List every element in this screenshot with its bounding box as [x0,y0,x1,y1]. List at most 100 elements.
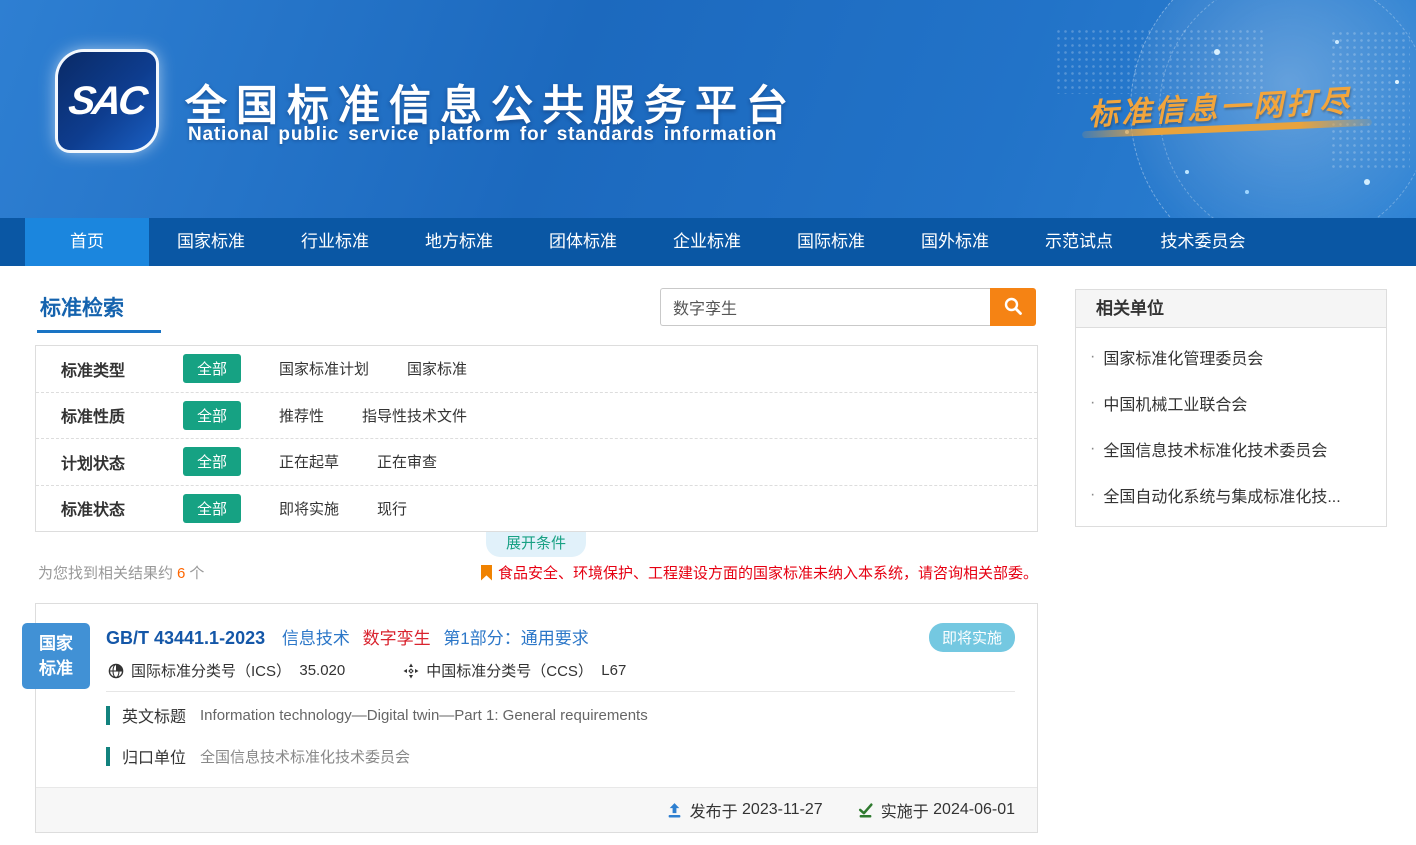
sac-logo-text: SAC [66,79,148,124]
nav-tab-local-standards[interactable]: 地方标准 [397,218,521,266]
ics-group: 国际标准分类号（ICS） 35.020 [108,660,345,681]
implemented-date-group: 实施于 2024-06-01 [857,798,1015,822]
implemented-date: 2024-06-01 [933,801,1015,819]
publish-icon [666,802,683,819]
field-label: 归口单位 [122,744,186,768]
related-unit-label: 全国自动化系统与集成标准化技... [1103,483,1340,507]
filter-all-button[interactable]: 全部 [183,354,241,383]
filter-row-standard-nature: 标准性质 全部 推荐性 指导性技术文件 [36,393,1037,440]
ccs-label: 中国标准分类号（CCS） [426,660,593,681]
filter-row-plan-status: 计划状态 全部 正在起草 正在审查 [36,439,1037,486]
site-banner: SAC 全国标准信息公共服务平台 National public service… [0,0,1416,218]
field-accent-bar [106,706,110,725]
search-icon [1003,296,1023,319]
related-unit-label: 国家标准化管理委员会 [1103,345,1263,369]
ics-value: 35.020 [299,662,345,679]
nav-tab-home[interactable]: 首页 [25,218,149,266]
filter-row-standard-type: 标准类型 全部 国家标准计划 国家标准 [36,346,1037,393]
field-value: 全国信息技术标准化技术委员会 [200,746,410,767]
banner-sparkles [1185,170,1189,174]
nav-tab-international-standards[interactable]: 国际标准 [769,218,893,266]
filter-label: 计划状态 [61,450,161,474]
field-label: 英文标题 [122,703,186,727]
expand-conditions-button[interactable]: 展开条件 [486,532,586,557]
implement-check-icon [857,802,874,819]
filter-option[interactable]: 国家标准 [407,358,467,379]
implemented-label: 实施于 [881,798,929,822]
nav-tab-group-standards[interactable]: 团体标准 [521,218,645,266]
globe-icon [108,663,124,679]
card-divider [106,691,1015,692]
title-part: 第1部分：通用要求 [443,629,588,648]
committee-row: 归口单位 全国信息技术标准化技术委员会 [106,744,410,768]
filter-label: 标准状态 [61,496,161,520]
result-card: 国家 标准 GB/T 43441.1-2023 信息技术 数字孪生 第1部分：通… [35,603,1038,833]
compass-icon [403,663,419,679]
published-label: 发布于 [690,798,738,822]
filter-option[interactable]: 指导性技术文件 [362,405,467,426]
filter-all-button[interactable]: 全部 [183,447,241,476]
filter-option[interactable]: 正在审查 [377,451,437,472]
nav-tab-technical-committee[interactable]: 技术委员会 [1141,218,1265,266]
section-title-standard-search: 标准检索 [40,292,124,322]
related-units-panel: 相关单位 · 国家标准化管理委员会 · 中国机械工业联合会 · 全国信息技术标准化技术… [1075,289,1387,527]
related-unit-link[interactable]: · 国家标准化管理委员会 [1076,334,1386,380]
badge-line2: 标准 [39,656,73,681]
related-units-list: · 国家标准化管理委员会 · 中国机械工业联合会 · 全国信息技术标准化技术委员会 ·… [1076,328,1386,526]
main-nav: 首页 国家标准 行业标准 地方标准 团体标准 企业标准 国际标准 国外标准 示范… [0,218,1416,266]
filter-option[interactable]: 现行 [377,498,407,519]
card-footer: 发布于 2023-11-27 实施于 2024-06-01 [36,787,1037,832]
filter-panel: 标准类型 全部 国家标准计划 国家标准 标准性质 全部 推荐性 指导性技术文件 … [35,345,1038,532]
site-subtitle: National public service platform for sta… [188,124,777,146]
standard-code: GB/T 43441.1-2023 [106,628,265,648]
filter-option[interactable]: 正在起草 [279,451,339,472]
nav-tab-industry-standards[interactable]: 行业标准 [273,218,397,266]
list-dot: · [1090,394,1095,412]
list-dot: · [1090,486,1095,504]
list-dot: · [1090,348,1095,366]
nav-tab-enterprise-standards[interactable]: 企业标准 [645,218,769,266]
filter-label: 标准性质 [61,403,161,427]
search-box [660,288,1036,326]
related-unit-link[interactable]: · 全国信息技术标准化技术委员会 [1076,426,1386,472]
filter-label: 标准类型 [61,357,161,381]
published-date: 2023-11-27 [742,801,823,819]
system-notice: 食品安全、环境保护、工程建设方面的国家标准未纳入本系统，请咨询相关部委。 [481,562,1038,583]
published-date-group: 发布于 2023-11-27 [666,798,823,822]
ccs-group: 中国标准分类号（CCS） L67 [403,660,626,681]
related-unit-link[interactable]: · 中国机械工业联合会 [1076,380,1386,426]
nav-tab-national-standards[interactable]: 国家标准 [149,218,273,266]
list-dot: · [1090,440,1095,458]
title-part: 信息技术 [282,629,350,648]
classification-row: 国际标准分类号（ICS） 35.020 中国标准分类号（CCS） L67 [108,660,684,681]
badge-line1: 国家 [39,631,73,656]
summary-suffix: 个 [189,565,204,582]
nav-tab-foreign-standards[interactable]: 国外标准 [893,218,1017,266]
standard-title-link[interactable]: GB/T 43441.1-2023 信息技术 数字孪生 第1部分：通用要求 [106,624,597,649]
filter-option[interactable]: 推荐性 [279,405,324,426]
status-badge: 即将实施 [929,623,1015,652]
bookmark-icon [481,565,492,581]
filter-option[interactable]: 即将实施 [279,498,339,519]
search-button[interactable] [990,288,1036,326]
filter-all-button[interactable]: 全部 [183,494,241,523]
field-accent-bar [106,747,110,766]
filter-row-standard-status: 标准状态 全部 即将实施 现行 [36,486,1037,532]
national-standard-badge: 国家 标准 [22,623,90,689]
summary-prefix: 为您找到相关结果约 [38,565,173,582]
search-input[interactable] [660,288,990,326]
related-unit-link[interactable]: · 全国自动化系统与集成标准化技... [1076,472,1386,518]
english-title-row: 英文标题 Information technology—Digital twin… [106,703,648,727]
related-units-title: 相关单位 [1076,290,1386,328]
page: SAC 全国标准信息公共服务平台 National public service… [0,0,1416,845]
related-unit-label: 全国信息技术标准化技术委员会 [1103,437,1327,461]
nav-tab-pilot[interactable]: 示范试点 [1017,218,1141,266]
ics-label: 国际标准分类号（ICS） [131,660,291,681]
filter-all-button[interactable]: 全部 [183,401,241,430]
filter-option[interactable]: 国家标准计划 [279,358,369,379]
related-unit-label: 中国机械工业联合会 [1103,391,1247,415]
sac-logo: SAC [58,52,156,150]
title-highlight: 数字孪生 [363,629,431,648]
result-summary: 为您找到相关结果约6个 [38,562,204,583]
ccs-value: L67 [601,662,626,679]
